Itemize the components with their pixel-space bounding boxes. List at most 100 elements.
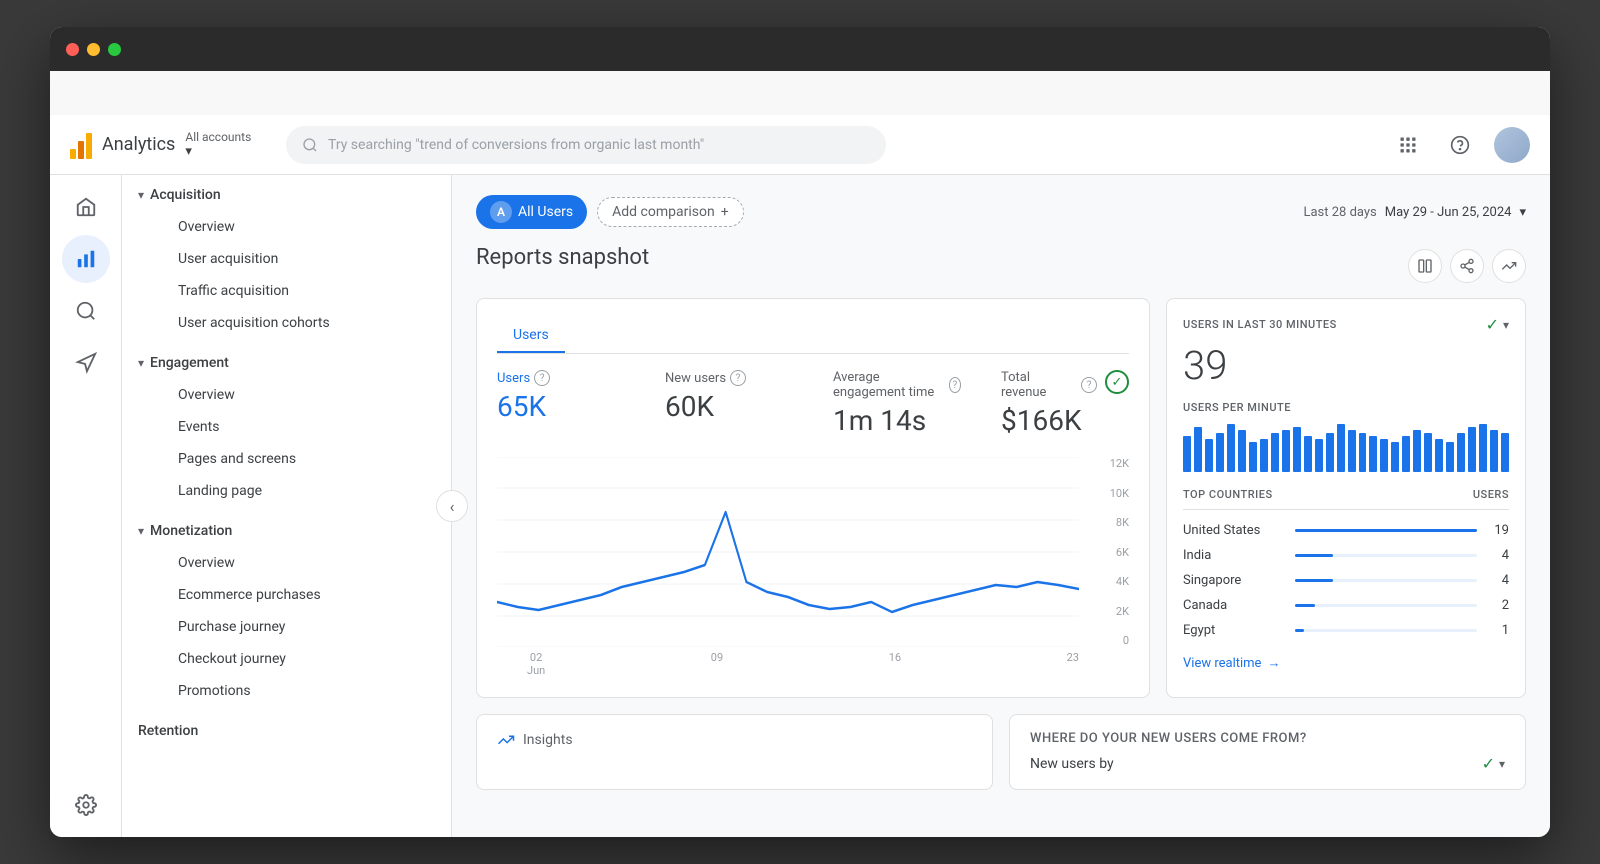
y-label-0: 0 <box>1110 634 1129 647</box>
chart-tab-users[interactable]: Users <box>497 319 565 353</box>
new-users-caret-icon: ▾ <box>1499 757 1505 771</box>
logo-bar-1 <box>70 149 76 159</box>
search-icon <box>302 137 318 153</box>
nav-icon-reports[interactable] <box>62 235 110 283</box>
search-bar[interactable]: Try searching "trend of conversions from… <box>286 126 886 164</box>
nav-events[interactable]: Events <box>154 411 451 443</box>
accounts-dropdown[interactable]: All accounts ▾ <box>185 130 251 159</box>
mini-bar-item <box>1205 439 1213 472</box>
segment-pills: A All Users Add comparison + <box>476 195 744 229</box>
metric-revenue-value: $166K <box>1001 404 1097 437</box>
sidebar-wrapper: ▾ Acquisition Overview User acquisition <box>122 175 452 837</box>
realtime-check-icon: ✓ <box>1486 315 1499 334</box>
nav-traffic-acquisition[interactable]: Traffic acquisition <box>154 275 451 307</box>
nav-purchase-journey[interactable]: Purchase journey <box>154 611 451 643</box>
revenue-info-icon[interactable]: ? <box>1081 377 1097 393</box>
new-users-info-icon[interactable]: ? <box>730 370 746 386</box>
monetization-header[interactable]: ▾ Monetization <box>122 515 451 547</box>
engagement-info-icon[interactable]: ? <box>949 377 961 393</box>
country-count: 2 <box>1489 598 1509 613</box>
x-label-jun2: 02Jun <box>527 651 545 677</box>
line-chart: 12K 10K 8K 6K 4K 2K 0 02Jun <box>497 457 1129 677</box>
country-bar <box>1295 529 1477 532</box>
maximize-button[interactable] <box>108 43 121 56</box>
acquisition-label: Acquisition <box>150 187 221 203</box>
insights-label: Insights <box>523 732 573 748</box>
new-users-dropdown[interactable]: ✓ ▾ <box>1482 754 1505 773</box>
country-row: United States 19 <box>1183 518 1509 543</box>
realtime-card: USERS IN LAST 30 MINUTES ✓ ▾ 39 USERS PE… <box>1166 298 1526 698</box>
retention-header[interactable]: Retention <box>122 715 451 747</box>
mini-bar-item <box>1293 427 1301 472</box>
main-content: A All Users Add comparison + Last 28 day… <box>452 175 1550 837</box>
mini-bar-item <box>1337 424 1345 472</box>
add-icon: + <box>721 204 729 220</box>
all-users-pill[interactable]: A All Users <box>476 195 587 229</box>
logo-bar-2 <box>78 141 84 159</box>
chart-x-labels: 02Jun 09 16 23 <box>527 651 1079 677</box>
nav-icon-advertising[interactable] <box>62 339 110 387</box>
nav-landing-page[interactable]: Landing page <box>154 475 451 507</box>
metric-users: Users ? 65K <box>497 370 625 423</box>
nav-monetization-overview[interactable]: Overview <box>154 547 451 579</box>
nav-engagement-overview[interactable]: Overview <box>154 379 451 411</box>
mini-bar-item <box>1282 430 1290 472</box>
accounts-value: ▾ <box>185 144 251 159</box>
nav-user-acquisition-cohorts[interactable]: User acquisition cohorts <box>154 307 451 339</box>
analytics-logo-icon <box>70 131 92 159</box>
country-row: Singapore 4 <box>1183 568 1509 593</box>
nav-icon-home[interactable] <box>62 183 110 231</box>
nav-label: Promotions <box>178 683 251 699</box>
new-users-card: WHERE DO YOUR NEW USERS COME FROM? New u… <box>1009 714 1526 790</box>
engagement-header[interactable]: ▾ Engagement <box>122 347 451 379</box>
country-count: 1 <box>1489 623 1509 638</box>
nav-pages-screens[interactable]: Pages and screens <box>154 443 451 475</box>
country-count: 4 <box>1489 548 1509 563</box>
acquisition-header[interactable]: ▾ Acquisition <box>122 179 451 211</box>
realtime-check[interactable]: ✓ ▾ <box>1486 315 1509 334</box>
y-label-6k: 6K <box>1110 546 1129 559</box>
country-bar-wrap <box>1295 604 1477 607</box>
nav-ecommerce-purchases[interactable]: Ecommerce purchases <box>154 579 451 611</box>
view-realtime-link[interactable]: View realtime → <box>1183 655 1509 671</box>
nav-icon-settings[interactable] <box>62 781 110 829</box>
apps-icon <box>1398 135 1418 155</box>
date-range-picker[interactable]: Last 28 days May 29 - Jun 25, 2024 ▾ <box>1303 205 1526 220</box>
country-bar-wrap <box>1295 629 1477 632</box>
add-comparison-button[interactable]: Add comparison + <box>597 197 744 227</box>
metrics-row: Users ? 65K New users ? 60K <box>497 370 1129 437</box>
nav-user-acquisition[interactable]: User acquisition <box>154 243 451 275</box>
close-button[interactable] <box>66 43 79 56</box>
nav-label: Landing page <box>178 483 262 499</box>
mini-bar-item <box>1446 442 1454 472</box>
country-row: Egypt 1 <box>1183 618 1509 643</box>
collapse-sidebar-button[interactable]: ‹ <box>436 490 468 522</box>
mini-bar-item <box>1216 433 1224 472</box>
help-button[interactable] <box>1442 127 1478 163</box>
realtime-dropdown-icon: ▾ <box>1503 318 1509 332</box>
nav-acquisition-overview[interactable]: Overview <box>154 211 451 243</box>
columns-view-button[interactable] <box>1408 249 1442 283</box>
apps-button[interactable] <box>1390 127 1426 163</box>
help-icon <box>1450 135 1470 155</box>
new-users-title: WHERE DO YOUR NEW USERS COME FROM? <box>1030 731 1505 746</box>
minimize-button[interactable] <box>87 43 100 56</box>
add-comparison-label: Add comparison <box>612 204 715 220</box>
trend-button[interactable] <box>1492 249 1526 283</box>
metrics-check-icon: ✓ <box>1105 370 1129 394</box>
chart-tab-label: Users <box>513 327 549 343</box>
nav-promotions[interactable]: Promotions <box>154 675 451 707</box>
traffic-lights <box>66 43 121 56</box>
nav-checkout-journey[interactable]: Checkout journey <box>154 643 451 675</box>
nav-icon-explore[interactable] <box>62 287 110 335</box>
users-info-icon[interactable]: ? <box>534 370 550 386</box>
home-icon <box>75 196 97 218</box>
share-icon <box>1459 258 1475 274</box>
new-users-row: New users by ✓ ▾ <box>1030 754 1505 773</box>
user-avatar[interactable] <box>1494 127 1530 163</box>
nav-label: Overview <box>178 387 235 403</box>
segment-a-badge: A <box>490 201 512 223</box>
topbar: Analytics All accounts ▾ Try searching "… <box>50 115 1550 175</box>
columns-icon <box>1417 258 1433 274</box>
share-button[interactable] <box>1450 249 1484 283</box>
